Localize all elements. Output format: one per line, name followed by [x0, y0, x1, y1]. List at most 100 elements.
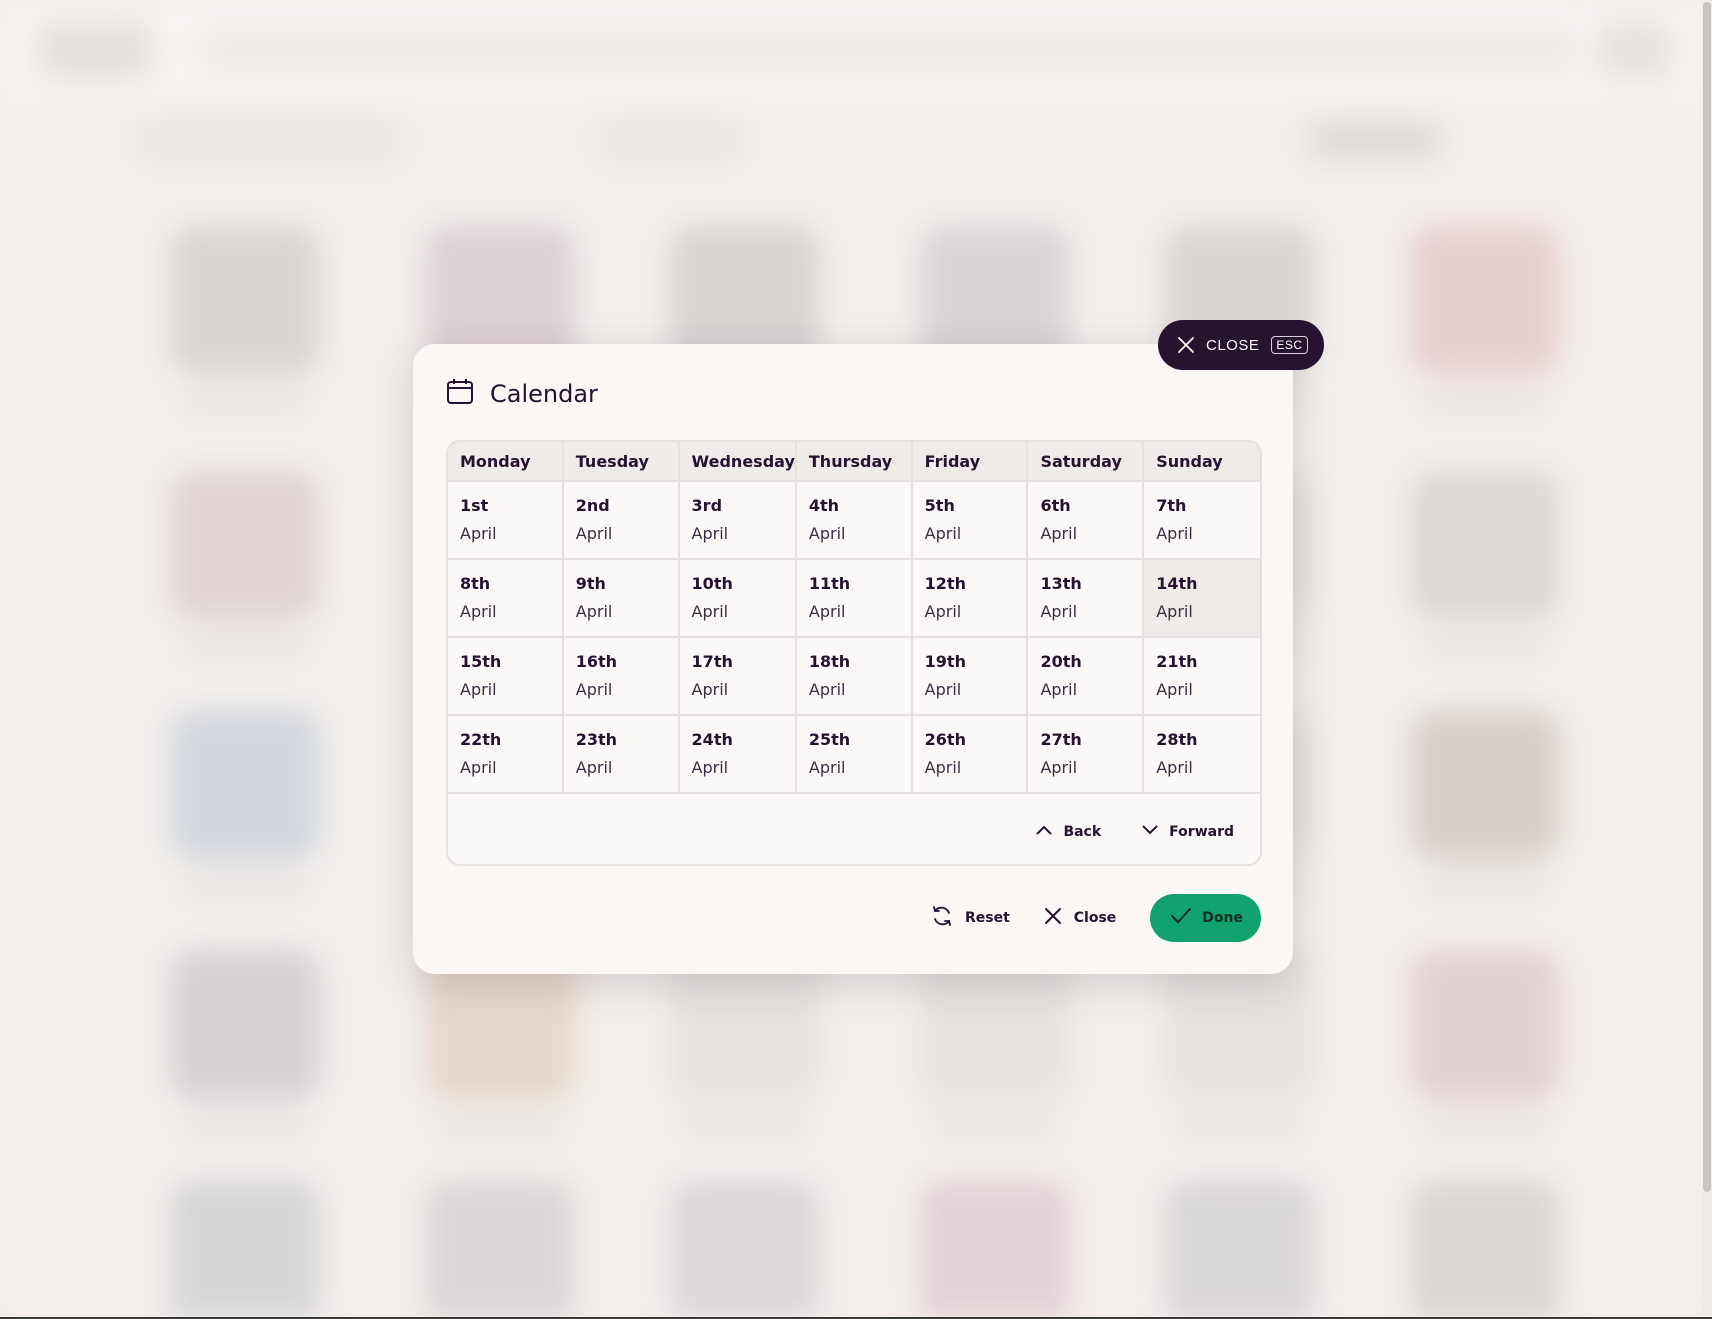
background-card-label	[1425, 1115, 1545, 1133]
day-month: April	[691, 680, 729, 699]
calendar-day-cell[interactable]: 11th April	[796, 560, 913, 638]
day-number: 5th	[924, 496, 955, 515]
day-number: 22th	[460, 730, 502, 749]
scrollbar-track[interactable]	[1702, 0, 1712, 1319]
calendar-day-cell[interactable]: 3rd April	[679, 482, 797, 560]
day-month: April	[1156, 602, 1193, 621]
calendar-modal: Calendar Monday Tuesday Wednesday Thursday F…	[413, 344, 1293, 974]
calendar-day-cell[interactable]: 13th April	[1028, 560, 1145, 638]
day-number: 4th	[808, 496, 840, 515]
day-month: April	[808, 758, 846, 777]
scrollbar-thumb[interactable]	[1703, 2, 1711, 1192]
day-month: April	[460, 758, 497, 777]
day-number: 19th	[924, 652, 966, 671]
calendar-day-cell[interactable]: 7th April	[1144, 482, 1260, 560]
day-month: April	[1156, 524, 1193, 543]
day-number: 7th	[1156, 496, 1187, 515]
weekday-header-sunday: Sunday	[1144, 442, 1260, 482]
calendar-day-cell[interactable]: 21th April	[1144, 638, 1260, 716]
background-card	[170, 225, 320, 375]
day-month: April	[575, 602, 613, 621]
day-month: April	[808, 602, 846, 621]
background-avatar	[1600, 22, 1670, 78]
calendar-day-cell[interactable]: 10th April	[679, 560, 797, 638]
background-card-label	[1180, 1115, 1300, 1133]
calendar-day-cell[interactable]: 20th April	[1028, 638, 1145, 716]
done-button-label: Done	[1202, 910, 1243, 926]
check-icon	[1170, 907, 1192, 929]
reset-button[interactable]: Reset	[931, 905, 1010, 931]
day-number: 20th	[1040, 652, 1082, 671]
calendar-icon	[446, 378, 474, 410]
calendar-day-cell[interactable]: 5th April	[912, 482, 1029, 560]
day-number: 21th	[1156, 652, 1198, 671]
calendar-day-cell[interactable]: 19th April	[912, 638, 1029, 716]
forward-button[interactable]: Forward	[1141, 824, 1234, 840]
back-button[interactable]: Back	[1035, 824, 1101, 840]
day-number: 26th	[924, 730, 966, 749]
calendar-day-cell[interactable]: 23th April	[563, 716, 680, 794]
background-card	[1410, 710, 1560, 860]
day-number: 28th	[1156, 730, 1198, 749]
day-month: April	[1156, 758, 1193, 777]
calendar-day-cell[interactable]: 15th April	[448, 638, 564, 716]
weekday-header-saturday: Saturday	[1028, 442, 1145, 482]
weekday-header-friday: Friday	[912, 442, 1029, 482]
background-card	[1410, 470, 1560, 620]
calendar-day-cell[interactable]: 22th April	[448, 716, 564, 794]
day-month: April	[1156, 680, 1193, 699]
weekday-header-tuesday: Tuesday	[563, 442, 680, 482]
background-card	[1410, 225, 1560, 375]
day-month: April	[1040, 602, 1078, 621]
calendar-day-cell[interactable]: 18th April	[796, 638, 913, 716]
background-subnav	[140, 120, 400, 160]
calendar-day-cell[interactable]: 27th April	[1028, 716, 1145, 794]
weekday-header-monday: Monday	[448, 442, 564, 482]
calendar-day-cell[interactable]: 24th April	[679, 716, 797, 794]
chevron-up-icon	[1035, 824, 1053, 840]
calendar-day-cell[interactable]: 4th April	[796, 482, 913, 560]
esc-shortcut-badge: ESC	[1271, 336, 1308, 354]
calendar-day-cell[interactable]: 16th April	[563, 638, 680, 716]
calendar-day-cell[interactable]: 2nd April	[563, 482, 680, 560]
day-month: April	[691, 524, 729, 543]
background-card-label	[440, 1115, 560, 1133]
background-card	[920, 1180, 1070, 1319]
day-number: 9th	[575, 574, 606, 593]
calendar-day-cell[interactable]: 28th April	[1144, 716, 1260, 794]
calendar-day-cell[interactable]: 14th April	[1144, 560, 1260, 638]
background-card-label	[185, 635, 305, 653]
day-month: April	[1040, 680, 1078, 699]
background-card-label	[185, 1115, 305, 1133]
day-month: April	[575, 680, 613, 699]
day-number: 16th	[575, 652, 618, 671]
calendar-day-cell[interactable]: 6th April	[1028, 482, 1145, 560]
day-month: April	[924, 758, 962, 777]
calendar-day-cell[interactable]: 17th April	[679, 638, 797, 716]
background-card	[170, 470, 320, 620]
calendar-grid: Monday Tuesday Wednesday Thursday Friday Satu…	[446, 440, 1262, 866]
close-icon	[1044, 907, 1062, 929]
background-subnav	[600, 120, 740, 160]
calendar-day-cell[interactable]: 26th April	[912, 716, 1029, 794]
day-month: April	[924, 524, 962, 543]
calendar-day-cell[interactable]: 25th April	[796, 716, 913, 794]
close-esc-button[interactable]: CLOSE ESC	[1158, 320, 1324, 370]
calendar-day-cell[interactable]: 1st April	[448, 482, 564, 560]
day-month: April	[1040, 524, 1078, 543]
calendar-day-cell[interactable]: 9th April	[563, 560, 680, 638]
day-number: 14th	[1156, 574, 1198, 593]
refresh-icon	[931, 905, 953, 931]
close-button[interactable]: Close	[1044, 907, 1116, 929]
background-card	[170, 950, 320, 1100]
done-button[interactable]: Done	[1150, 894, 1261, 942]
calendar-day-cell[interactable]: 12th April	[912, 560, 1029, 638]
background-card	[425, 1180, 575, 1319]
modal-header: Calendar	[446, 378, 598, 410]
day-month: April	[924, 602, 962, 621]
background-card-label	[685, 1115, 805, 1133]
day-number: 6th	[1040, 496, 1071, 515]
calendar-day-cell[interactable]: 8th April	[448, 560, 564, 638]
background-card	[670, 1180, 820, 1319]
background-subnav	[1310, 120, 1440, 160]
